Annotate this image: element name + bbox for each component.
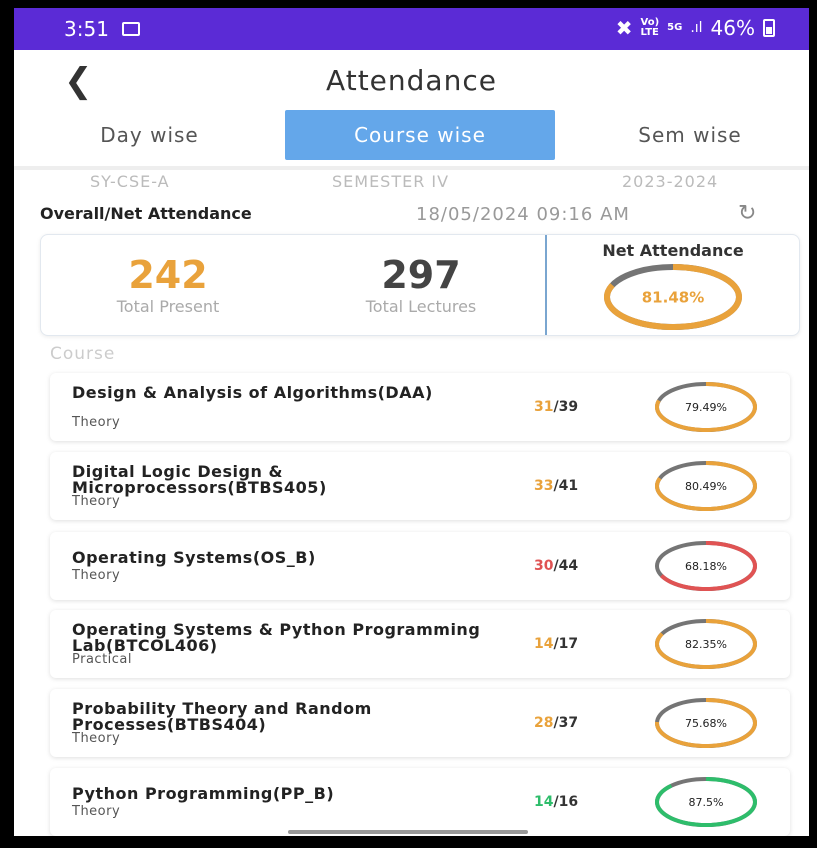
course-name: Design & Analysis of Algorithms(DAA) (72, 383, 433, 402)
course-section-label: Course (50, 344, 116, 364)
battery-icon (763, 19, 775, 37)
course-card[interactable]: Operating Systems(OS_B) Theory 30/44 68.18% (50, 532, 790, 600)
course-name: Operating Systems(OS_B) (72, 548, 316, 567)
course-type: Theory (72, 731, 121, 746)
course-total: /17 (553, 636, 579, 652)
overall-heading: Overall/Net Attendance (40, 204, 252, 223)
tab-bar: Day wise Course wise Sem wise (14, 110, 809, 166)
class-meta: SY-CSE-A SEMESTER IV 2023-2024 (14, 172, 809, 202)
academic-year: 2023-2024 (622, 172, 719, 191)
total-present-label: Total Present (116, 297, 220, 316)
course-percent-ring: 82.35% (654, 619, 757, 670)
page-title: Attendance (326, 64, 497, 97)
course-card[interactable]: Python Programming(PP_B) Theory 14/16 87.5% (50, 768, 790, 836)
course-present: 30 (534, 558, 554, 574)
semester-name: SEMESTER IV (332, 172, 450, 191)
course-type: Theory (72, 415, 121, 430)
status-bar: 3:51 ✖ Vo) LTE 5G .ıl 46% (14, 8, 809, 50)
course-name: Probability Theory and Random Processes(… (72, 699, 372, 734)
course-total: /37 (553, 715, 579, 731)
course-type: Practical (72, 652, 133, 667)
course-total: /16 (553, 794, 579, 810)
gallery-notification-icon (122, 22, 140, 36)
course-percent-ring: 75.68% (654, 698, 758, 749)
course-ratio: 14/17 (534, 636, 578, 652)
app-bar: ❮ Attendance (14, 50, 809, 112)
course-total: /41 (553, 478, 579, 494)
home-indicator[interactable] (288, 830, 528, 834)
ring-percent-label: 81.48% (642, 288, 704, 306)
tab-course-wise[interactable]: Course wise (285, 110, 555, 160)
course-card[interactable]: Digital Logic Design & Microprocessors(B… (50, 452, 790, 520)
course-ratio: 28/37 (534, 715, 578, 731)
network-5g-label: 5G (667, 22, 683, 33)
ring-percent-label: 68.18% (685, 560, 727, 573)
total-present-stat: 242 Total Present (83, 253, 253, 316)
status-time: 3:51 (64, 17, 109, 41)
class-name: SY-CSE-A (90, 172, 170, 191)
course-type: Theory (72, 494, 121, 509)
battery-percent: 46% (710, 16, 755, 40)
total-lectures-stat: 297 Total Lectures (331, 253, 511, 316)
total-lectures-label: Total Lectures (365, 297, 477, 316)
course-present: 14 (534, 794, 554, 810)
signal-icon: .ıl (690, 20, 703, 36)
course-percent-ring: 79.49% (654, 382, 758, 433)
course-card[interactable]: Operating Systems & Python Programming L… (50, 610, 790, 678)
course-total: /39 (553, 399, 579, 415)
course-name: Digital Logic Design & Microprocessors(B… (72, 462, 327, 497)
course-name: Operating Systems & Python Programming L… (72, 620, 481, 655)
volte-icon: Vo) LTE (640, 17, 660, 38)
course-ratio: 30/44 (534, 558, 578, 574)
course-present: 28 (534, 715, 554, 731)
mute-icon: ✖ (615, 16, 633, 40)
course-type: Theory (72, 804, 121, 819)
course-percent-ring: 80.49% (654, 461, 758, 512)
ring-percent-label: 75.68% (685, 717, 727, 730)
course-ratio: 31/39 (534, 399, 578, 415)
screen: 3:51 ✖ Vo) LTE 5G .ıl 46% ❮ Attendance Da… (14, 8, 809, 836)
tab-divider (14, 166, 809, 170)
tab-day-wise[interactable]: Day wise (14, 110, 285, 160)
refresh-icon[interactable]: ↻ (738, 201, 756, 226)
net-attendance-ring: 81.48% (604, 264, 743, 331)
ring-percent-label: 80.49% (685, 480, 727, 493)
tab-sem-wise[interactable]: Sem wise (555, 110, 809, 160)
course-present: 33 (534, 478, 554, 494)
attendance-summary-card: 242 Total Present 297 Total Lectures Net… (40, 234, 800, 336)
course-ratio: 33/41 (534, 478, 578, 494)
net-attendance-title: Net Attendance (602, 241, 744, 260)
course-card[interactable]: Design & Analysis of Algorithms(DAA) Theo… (50, 373, 790, 441)
course-card[interactable]: Probability Theory and Random Processes(… (50, 689, 790, 757)
total-lectures-value: 297 (381, 253, 461, 297)
total-present-value: 242 (128, 253, 208, 297)
course-percent-ring: 68.18% (655, 541, 758, 592)
course-name: Python Programming(PP_B) (72, 784, 335, 803)
course-present: 31 (534, 399, 554, 415)
course-percent-ring: 87.5% (654, 777, 758, 828)
course-type: Theory (72, 568, 121, 583)
ring-percent-label: 79.49% (685, 401, 727, 414)
course-total: /44 (553, 558, 579, 574)
ring-percent-label: 82.35% (685, 638, 727, 651)
course-present: 14 (534, 636, 554, 652)
course-ratio: 14/16 (534, 794, 578, 810)
last-updated-timestamp: 18/05/2024 09:16 AM (416, 204, 630, 225)
ring-percent-label: 87.5% (689, 796, 724, 809)
